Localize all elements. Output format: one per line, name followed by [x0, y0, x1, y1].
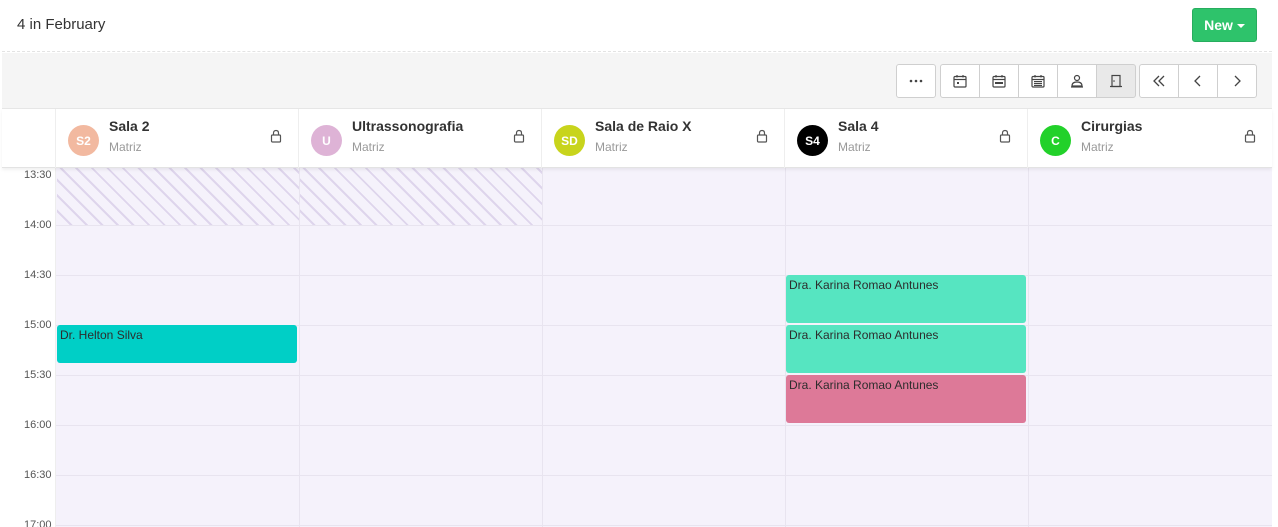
chevron-right-icon	[1234, 75, 1241, 87]
grid-line	[56, 475, 1272, 476]
grid-line	[56, 425, 1272, 426]
professional-view-button[interactable]	[1057, 64, 1097, 98]
lock-icon[interactable]	[999, 129, 1011, 143]
door-icon	[1110, 74, 1122, 88]
time-label: 17:00	[24, 519, 52, 527]
time-label: 16:00	[24, 419, 52, 431]
room-view-button[interactable]	[1096, 64, 1136, 98]
lock-icon[interactable]	[513, 129, 525, 143]
time-gutter-header	[2, 109, 56, 168]
appointment-event[interactable]: Dra. Karina Romao Antunes	[786, 325, 1026, 373]
avatar: S2	[68, 125, 99, 156]
resource-header-row: S2 Sala 2 Matriz U Ultrassonografia Matr…	[2, 109, 1272, 168]
resource-header-ultrassonografia[interactable]: U Ultrassonografia Matriz	[299, 109, 542, 168]
page-title: 4 in February	[17, 16, 106, 33]
resource-location: Matriz	[109, 140, 142, 154]
resource-name: Cirurgias	[1081, 118, 1143, 134]
resource-name: Sala de Raio X	[595, 118, 692, 134]
new-button-label: New	[1204, 17, 1233, 33]
time-label: 14:30	[24, 269, 52, 281]
more-options-button[interactable]	[896, 64, 936, 98]
chevron-left-icon	[1194, 75, 1201, 87]
time-label: 16:30	[24, 469, 52, 481]
calendar-page: 4 in February New S2 Sala 2 Matriz U Ult…	[0, 0, 1278, 527]
prev-button[interactable]	[1178, 64, 1218, 98]
resource-location: Matriz	[352, 140, 385, 154]
today-button[interactable]	[1139, 64, 1179, 98]
calendar-day-icon	[953, 75, 967, 88]
day-view-button[interactable]	[940, 64, 980, 98]
avatar: U	[311, 125, 342, 156]
next-button[interactable]	[1217, 64, 1257, 98]
time-label: 15:30	[24, 369, 52, 381]
unavailable-block	[300, 168, 542, 225]
header-bar: 4 in February New	[2, 0, 1272, 52]
resource-header-sala-4[interactable]: S4 Sala 4 Matriz	[785, 109, 1028, 168]
lock-icon[interactable]	[270, 129, 282, 143]
week-view-button[interactable]	[979, 64, 1019, 98]
person-icon	[1071, 74, 1083, 88]
appointment-event[interactable]: Dra. Karina Romao Antunes	[786, 375, 1026, 423]
resource-location: Matriz	[595, 140, 628, 154]
month-view-button[interactable]	[1018, 64, 1058, 98]
time-label: 15:00	[24, 319, 52, 331]
calendar-toolbar	[2, 53, 1272, 109]
new-button[interactable]: New	[1192, 8, 1257, 42]
resource-header-cirurgias[interactable]: C Cirurgias Matriz	[1028, 109, 1272, 168]
resource-header-sala-de-raio-x[interactable]: SD Sala de Raio X Matriz	[542, 109, 785, 168]
resource-name: Sala 4	[838, 118, 879, 134]
time-label: 13:30	[24, 169, 52, 181]
resource-header-sala-2[interactable]: S2 Sala 2 Matriz	[56, 109, 299, 168]
column-divider	[299, 168, 300, 527]
time-label: 14:00	[24, 219, 52, 231]
caret-down-icon	[1236, 24, 1245, 28]
ellipsis-icon	[909, 79, 923, 83]
grid-line	[56, 375, 1272, 376]
lock-icon[interactable]	[1244, 129, 1256, 143]
lock-icon[interactable]	[756, 129, 768, 143]
time-gutter: 13:30 14:00 14:30 15:00 15:30 16:00 16:3…	[2, 168, 56, 527]
appointment-event[interactable]: Dr. Helton Silva	[57, 325, 297, 363]
avatar: SD	[554, 125, 585, 156]
resource-name: Sala 2	[109, 118, 150, 134]
grid-line	[56, 225, 1272, 226]
appointment-event[interactable]: Dra. Karina Romao Antunes	[786, 275, 1026, 323]
avatar: C	[1040, 125, 1071, 156]
unavailable-block	[57, 168, 299, 225]
calendar-week-icon	[992, 75, 1006, 88]
double-chevron-left-icon	[1153, 75, 1165, 87]
calendar-month-icon	[1031, 75, 1045, 88]
grid-line	[56, 525, 1272, 526]
time-grid[interactable]: 13:30 14:00 14:30 15:00 15:30 16:00 16:3…	[2, 168, 1272, 527]
resource-location: Matriz	[1081, 140, 1114, 154]
resource-name: Ultrassonografia	[352, 118, 464, 134]
avatar: S4	[797, 125, 828, 156]
resource-location: Matriz	[838, 140, 871, 154]
column-divider	[542, 168, 543, 527]
column-divider	[1028, 168, 1029, 527]
grid-line	[56, 275, 1272, 276]
